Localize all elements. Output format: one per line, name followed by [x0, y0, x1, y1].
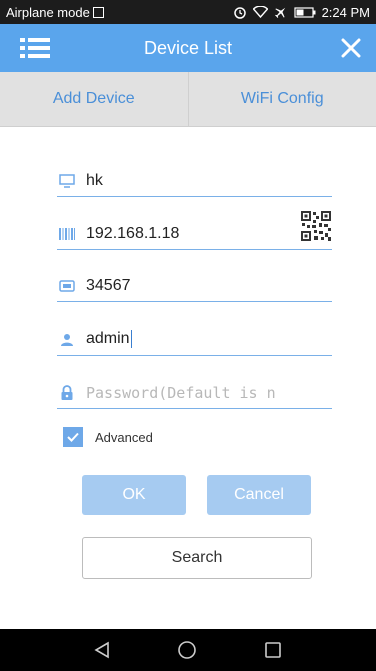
app-bar: Device List	[0, 24, 376, 72]
device-name-field[interactable]: hk	[57, 165, 332, 197]
close-button[interactable]	[334, 24, 368, 72]
clock-text: 2:24 PM	[321, 4, 370, 20]
tab-wifi-config[interactable]: WiFi Config	[187, 72, 376, 126]
back-icon[interactable]	[94, 641, 110, 659]
advanced-label: Advanced	[95, 429, 153, 445]
system-nav-bar	[0, 629, 376, 671]
close-icon	[341, 38, 361, 58]
port-field[interactable]: 34567	[57, 270, 332, 302]
airplane-icon	[274, 7, 285, 19]
page-title: Device List	[143, 37, 233, 58]
status-bar: Airplane mode 2:24 PM	[0, 0, 376, 24]
ip-address-field[interactable]: 192.168.1.18	[57, 210, 332, 250]
port-value: 34567	[86, 276, 131, 294]
home-icon[interactable]	[177, 640, 197, 660]
barcode-icon	[57, 224, 77, 244]
search-button[interactable]: Search	[82, 537, 312, 579]
password-placeholder: Password(Default is n	[86, 383, 276, 402]
ip-address-value: 192.168.1.18	[86, 224, 180, 242]
tab-add-device[interactable]: Add Device	[0, 72, 188, 126]
monitor-icon	[57, 171, 77, 191]
ok-button[interactable]: OK	[82, 475, 186, 515]
battery-icon	[293, 6, 316, 18]
username-text: admin	[86, 330, 130, 348]
username-value: admin	[86, 330, 132, 349]
recents-icon[interactable]	[264, 641, 282, 659]
alarm-icon	[233, 7, 246, 19]
device-name-value: hk	[86, 171, 103, 189]
menu-icon	[20, 38, 50, 58]
tab-bar: Add Device WiFi Config	[0, 72, 376, 127]
menu-button[interactable]	[20, 24, 54, 72]
advanced-option[interactable]: Advanced	[63, 427, 153, 447]
airplane-mode-text: Airplane mode	[6, 4, 90, 20]
status-left: Airplane mode	[6, 5, 104, 20]
sim-icon	[92, 6, 104, 18]
password-field[interactable]: Password(Default is n	[57, 377, 332, 409]
lock-icon	[57, 383, 77, 403]
status-right: 2:24 PM	[233, 5, 370, 20]
text-cursor	[130, 330, 132, 349]
port-icon	[57, 276, 77, 296]
checkmark-icon	[67, 432, 79, 442]
advanced-checkbox[interactable]	[63, 427, 83, 447]
wifi-icon	[252, 6, 268, 18]
qr-scan-icon[interactable]	[300, 210, 332, 247]
user-icon	[57, 330, 77, 350]
cancel-button[interactable]: Cancel	[207, 475, 311, 515]
username-field[interactable]: admin	[57, 324, 332, 356]
